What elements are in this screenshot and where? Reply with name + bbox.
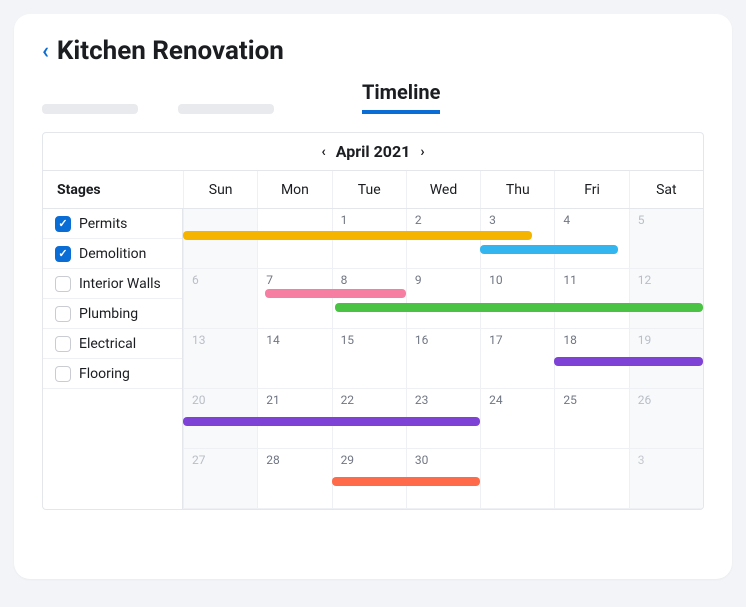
calendar-cell[interactable]: 19	[629, 329, 703, 389]
calendar-cell[interactable]: 25	[554, 389, 628, 449]
calendar-cell[interactable]: 30	[406, 449, 480, 509]
stage-label: Demolition	[79, 246, 146, 262]
month-nav: ‹ April 2021 ›	[43, 133, 703, 171]
calendar-cell[interactable]: 20	[183, 389, 257, 449]
calendar-cell[interactable]: 26	[629, 389, 703, 449]
stage-label: Permits	[79, 216, 127, 232]
day-header: Wed	[406, 171, 480, 208]
calendar-cell[interactable]: 21	[257, 389, 331, 449]
calendar-cell[interactable]: 11	[554, 269, 628, 329]
calendar-cell[interactable]: 8	[332, 269, 406, 329]
stage-item: Plumbing	[43, 299, 182, 329]
tab-timeline[interactable]: Timeline	[362, 80, 440, 114]
calendar-cell[interactable]: 15	[332, 329, 406, 389]
stages-list: Permits Demolition Interior Walls Plumbing E…	[43, 209, 183, 509]
calendar-cell[interactable]: 23	[406, 389, 480, 449]
calendar-cell[interactable]: 3	[480, 209, 554, 269]
day-header: Thu	[480, 171, 554, 208]
calendar-cell[interactable]: 5	[629, 209, 703, 269]
tab-bar: Timeline	[42, 80, 704, 114]
calendar-cell[interactable]: 9	[406, 269, 480, 329]
calendar-cell[interactable]: 7	[257, 269, 331, 329]
calendar-cell[interactable]: 13	[183, 329, 257, 389]
month-next-icon[interactable]: ›	[420, 144, 424, 160]
calendar-cell[interactable]: 18	[554, 329, 628, 389]
calendar-cell[interactable]: 29	[332, 449, 406, 509]
calendar-cell[interactable]: 24	[480, 389, 554, 449]
tab-placeholder[interactable]	[42, 104, 138, 114]
calendar-cell[interactable]: 1	[332, 209, 406, 269]
stages-header: Stages	[43, 171, 183, 208]
project-card: ‹ Kitchen Renovation Timeline ‹ April 20…	[14, 14, 732, 579]
back-icon[interactable]: ‹	[42, 39, 49, 64]
calendar-cell[interactable]: 17	[480, 329, 554, 389]
day-header: Tue	[332, 171, 406, 208]
calendar-cell[interactable]: 28	[257, 449, 331, 509]
calendar-cell[interactable]: 12	[629, 269, 703, 329]
calendar-grid: 1234567891011121314151617181920212223242…	[183, 209, 703, 509]
stage-label: Flooring	[79, 366, 130, 382]
month-label: April 2021	[336, 142, 411, 161]
stage-checkbox[interactable]	[55, 246, 71, 262]
page-title: Kitchen Renovation	[57, 36, 284, 66]
tab-placeholder[interactable]	[178, 104, 274, 114]
timeline-body: Permits Demolition Interior Walls Plumbing E…	[43, 209, 703, 509]
calendar-cell[interactable]	[480, 449, 554, 509]
stage-label: Electrical	[79, 336, 136, 352]
calendar-cell[interactable]: 16	[406, 329, 480, 389]
calendar-cell[interactable]: 14	[257, 329, 331, 389]
stage-item: Demolition	[43, 239, 182, 269]
day-header: Sat	[629, 171, 703, 208]
stage-item: Electrical	[43, 329, 182, 359]
day-header-row: Stages Sun Mon Tue Wed Thu Fri Sat	[43, 171, 703, 209]
stage-label: Interior Walls	[79, 276, 161, 292]
stage-checkbox[interactable]	[55, 306, 71, 322]
calendar-cell[interactable]	[554, 449, 628, 509]
stage-item: Flooring	[43, 359, 182, 389]
day-header: Fri	[554, 171, 628, 208]
calendar-cell[interactable]: 4	[554, 209, 628, 269]
calendar-cell[interactable]: 22	[332, 389, 406, 449]
stage-checkbox[interactable]	[55, 366, 71, 382]
calendar-cell[interactable]: 10	[480, 269, 554, 329]
stage-item: Interior Walls	[43, 269, 182, 299]
day-header: Sun	[183, 171, 257, 208]
project-header: ‹ Kitchen Renovation	[42, 36, 704, 66]
stage-checkbox[interactable]	[55, 276, 71, 292]
calendar-cell[interactable]: 27	[183, 449, 257, 509]
calendar-cell[interactable]: 3	[629, 449, 703, 509]
day-header: Mon	[257, 171, 331, 208]
calendar-cell[interactable]: 2	[406, 209, 480, 269]
calendar: 1234567891011121314151617181920212223242…	[183, 209, 703, 509]
calendar-cell[interactable]: 6	[183, 269, 257, 329]
stage-checkbox[interactable]	[55, 216, 71, 232]
stage-checkbox[interactable]	[55, 336, 71, 352]
calendar-cell[interactable]	[183, 209, 257, 269]
month-prev-icon[interactable]: ‹	[321, 144, 325, 160]
calendar-cell[interactable]	[257, 209, 331, 269]
stage-item: Permits	[43, 209, 182, 239]
stage-label: Plumbing	[79, 306, 138, 322]
timeline-panel: ‹ April 2021 › Stages Sun Mon Tue Wed Th…	[42, 132, 704, 510]
